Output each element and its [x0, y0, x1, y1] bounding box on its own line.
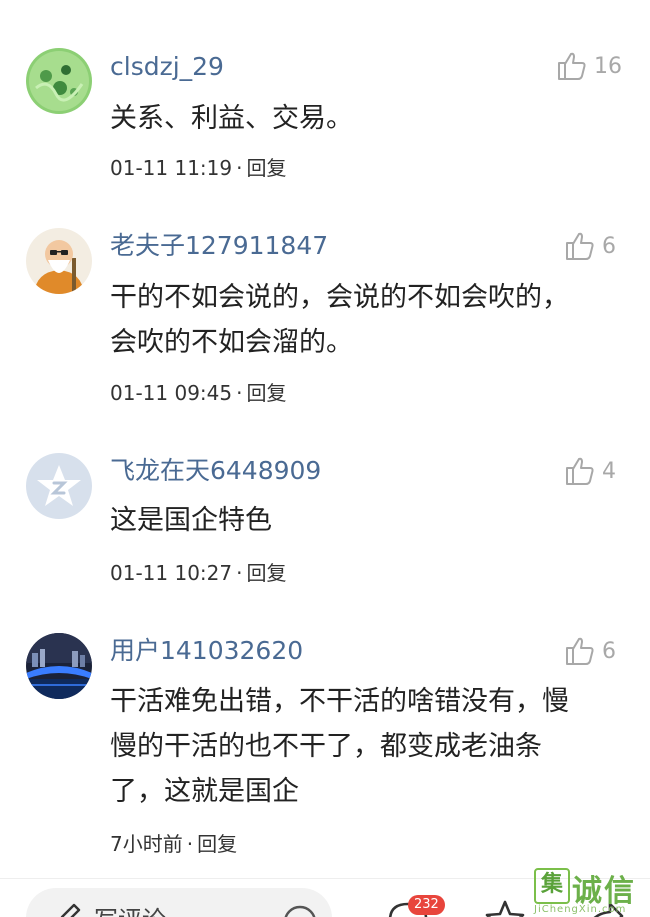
comment-text-line: 干的不如会说的，会说的不如会吹的，: [110, 282, 569, 313]
like-count: 6: [602, 233, 616, 259]
watermark-box: 集: [534, 868, 570, 904]
comment-text-line: 了，这就是国企: [110, 776, 299, 807]
avatar[interactable]: [26, 48, 92, 114]
thumbs-up-icon: [566, 457, 594, 485]
write-comment-input[interactable]: 写评论: [26, 888, 332, 917]
comment-text: 干活难免出错，不干活的啥错没有，慢 慢的干活的也不干了，都变成老油条 了，这就是…: [110, 679, 620, 814]
thumbs-up-icon: [566, 637, 594, 665]
reply-button[interactable]: 回复: [246, 561, 286, 585]
like-button[interactable]: 4: [564, 455, 622, 487]
comment-text-line: 关系、利益、交易。: [110, 103, 353, 134]
username[interactable]: 飞龙在天6448909: [110, 456, 321, 486]
comment-meta: 7小时前 · 回复: [110, 828, 237, 857]
watermark-logo: 集 诚信 JiChengXin.com: [530, 862, 648, 917]
like-button[interactable]: 6: [564, 230, 622, 262]
comment-text: 干的不如会说的，会说的不如会吹的， 会吹的不如会溜的。: [110, 275, 620, 365]
avatar[interactable]: [26, 633, 92, 699]
avatar[interactable]: [26, 453, 92, 519]
watermark-sub: JiChengXin.com: [534, 904, 627, 915]
separator-dot: ·: [236, 381, 243, 405]
comment-text-line: 这是国企特色: [110, 505, 272, 536]
reply-button[interactable]: 回复: [246, 156, 286, 180]
comment-text: 关系、利益、交易。: [110, 96, 620, 141]
avatar[interactable]: [26, 228, 92, 294]
comment-meta: 01-11 10:27 · 回复: [110, 557, 286, 586]
thumbs-up-icon: [566, 232, 594, 260]
comment-count-badge: 232: [408, 895, 445, 915]
pen-icon: [60, 903, 81, 917]
timestamp: 01-11 09:45: [110, 381, 233, 405]
like-count: 4: [602, 458, 616, 484]
like-button[interactable]: 16: [556, 50, 622, 82]
timestamp: 7小时前: [110, 832, 183, 856]
separator-dot: ·: [186, 832, 194, 856]
emoji-icon[interactable]: [282, 904, 318, 917]
comment-text-line: 慢的干活的也不干了，都变成老油条: [110, 731, 542, 762]
separator-dot: ·: [236, 156, 243, 180]
reply-button[interactable]: 回复: [197, 832, 237, 856]
comment-meta: 01-11 11:19 · 回复: [110, 152, 286, 181]
timestamp: 01-11 11:19: [110, 156, 233, 180]
like-count: 6: [602, 638, 616, 664]
reply-button[interactable]: 回复: [246, 381, 286, 405]
timestamp: 01-11 10:27: [110, 561, 233, 585]
separator-dot: ·: [236, 561, 243, 585]
comment-text: 这是国企特色: [110, 498, 620, 543]
like-count: 16: [594, 53, 622, 79]
write-comment-placeholder: 写评论: [94, 900, 166, 917]
comment-text-line: 干活难免出错，不干活的啥错没有，慢: [110, 686, 569, 717]
thumbs-up-icon: [558, 52, 586, 80]
comment-meta: 01-11 09:45 · 回复: [110, 377, 286, 406]
username[interactable]: 老夫子127911847: [110, 231, 328, 261]
like-button[interactable]: 6: [564, 635, 622, 667]
username[interactable]: clsdzj_29: [110, 52, 224, 82]
comment-text-line: 会吹的不如会溜的。: [110, 327, 353, 358]
username[interactable]: 用户141032620: [110, 636, 303, 666]
star-icon[interactable]: [483, 898, 527, 917]
